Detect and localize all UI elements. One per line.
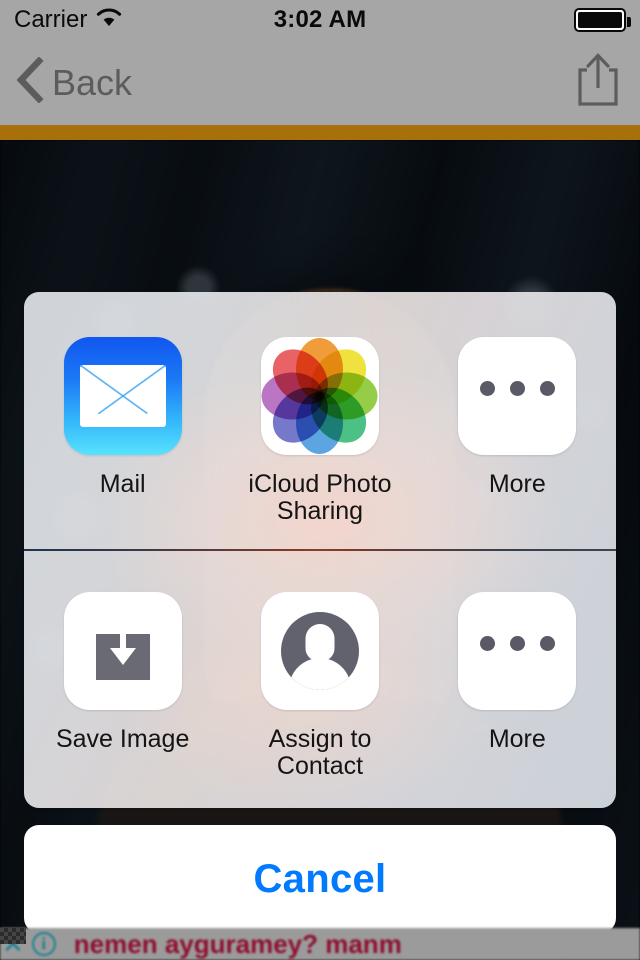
share-item-label: More (488, 725, 546, 753)
status-bar-left: Carrier (14, 6, 274, 34)
save-download-icon (63, 592, 182, 710)
ad-banner-corner-swatch (0, 928, 26, 944)
share-item-more-top[interactable]: More (419, 292, 616, 498)
dot (479, 636, 495, 651)
share-item-mail[interactable]: Mail (24, 292, 221, 498)
cancel-button[interactable]: Cancel (24, 825, 616, 933)
more-dots-icon (458, 592, 577, 710)
wifi-icon (96, 6, 122, 34)
share-destinations-row: Mail iCloud Photo Sharing More (24, 292, 616, 550)
status-bar: Carrier 3:02 AM (0, 0, 640, 40)
status-bar-time: 3:02 AM (273, 6, 367, 33)
dot (539, 636, 555, 651)
share-sheet-panel: Mail iCloud Photo Sharing More Save Imag… (24, 292, 616, 808)
share-item-label: Mail (99, 470, 146, 498)
more-dots-icon (458, 337, 577, 455)
back-label: Back (52, 61, 133, 103)
contact-body-shape (288, 658, 351, 690)
share-item-label: iCloud Photo Sharing (248, 470, 392, 525)
gold-divider-bar (0, 125, 640, 140)
share-item-label: Assign to Contact (268, 725, 372, 780)
share-item-assign-to-contact[interactable]: Assign to Contact (221, 550, 418, 779)
mail-envelope-icon (63, 337, 182, 455)
share-item-label: Save Image (55, 725, 190, 753)
envelope-shape (79, 365, 166, 427)
contact-head-shape (305, 624, 335, 661)
navigation-bar: Back (0, 40, 640, 125)
ad-banner-text: nemen ayguramey? manm (73, 928, 402, 959)
cancel-label: Cancel (253, 856, 387, 901)
share-icon[interactable] (574, 51, 622, 114)
status-bar-right (366, 8, 632, 32)
dot (509, 636, 525, 651)
contact-circle (280, 612, 359, 690)
dot (539, 381, 555, 396)
save-arrow-head (109, 648, 136, 665)
share-actions-row: Save Image Assign to Contact More (24, 550, 616, 808)
photos-flower-icon (260, 337, 379, 455)
chevron-left-icon (14, 56, 44, 108)
dot (479, 381, 495, 396)
carrier-label: Carrier (14, 6, 88, 33)
dots-group (458, 381, 576, 396)
ad-banner: ✕ i nemen ayguramey? manm (0, 928, 640, 960)
battery-icon (574, 8, 632, 32)
contact-person-icon (260, 592, 379, 710)
share-item-save-image[interactable]: Save Image (24, 550, 221, 753)
share-item-label: More (488, 470, 546, 498)
dot (509, 381, 525, 396)
dots-group (458, 636, 576, 651)
back-button[interactable]: Back (14, 56, 133, 108)
battery-fill (578, 12, 623, 28)
info-circle-icon[interactable]: i (31, 932, 56, 956)
share-item-icloud-photo-sharing[interactable]: iCloud Photo Sharing (221, 292, 418, 524)
phone-screen: Carrier 3:02 AM Back Mail iCloud Photo S… (0, 0, 640, 960)
share-item-more-bottom[interactable]: More (419, 550, 616, 753)
